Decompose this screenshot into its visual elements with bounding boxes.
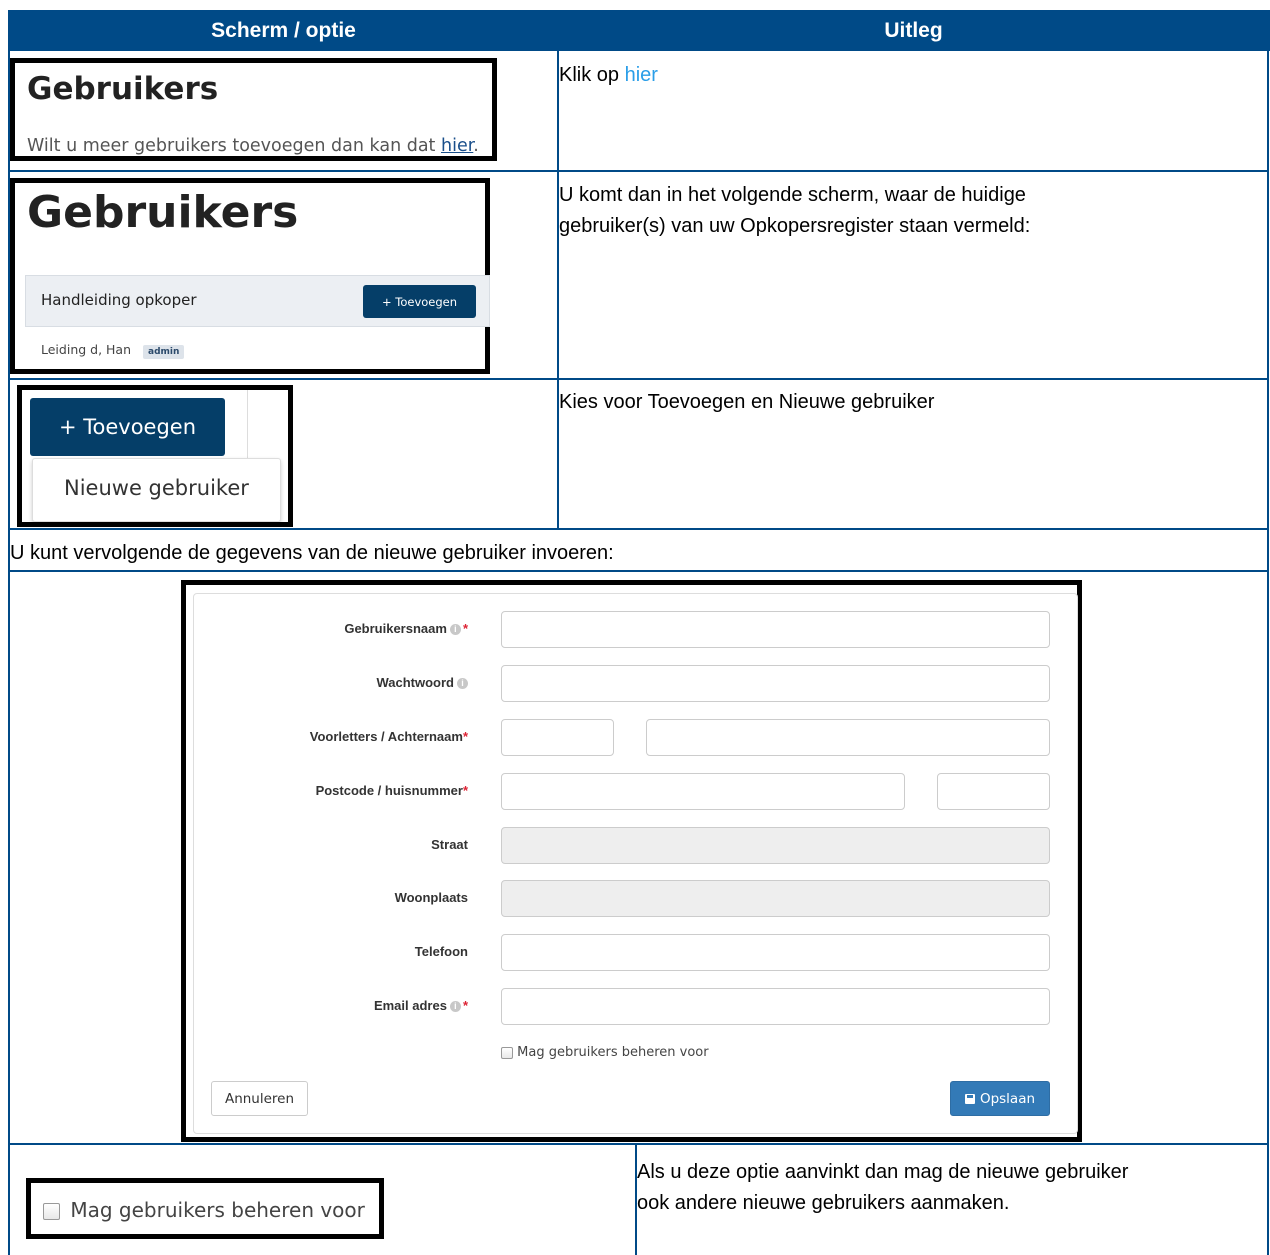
cancel-button-label: Annuleren	[224, 1090, 295, 1107]
required-mark: *	[462, 729, 468, 744]
save-button[interactable]: Opslaan	[950, 1081, 1050, 1116]
email-label-text: Email adres	[373, 998, 447, 1013]
intro-text-before: Wilt u meer gebruikers toevoegen dan kan…	[27, 136, 441, 156]
page-title: Gebruikers	[27, 187, 299, 238]
password-label: Wachtwoord i	[376, 675, 468, 690]
manage-users-checkbox[interactable]	[501, 1046, 513, 1059]
phone-input[interactable]	[501, 934, 1050, 971]
manage-users-option[interactable]: Mag gebruikers beheren voor	[501, 1045, 709, 1060]
header-col1-label: Scherm / optie	[211, 18, 356, 42]
screenshot-toevoegen-menu: + Toevoegen Nieuwe gebruiker	[17, 385, 293, 527]
add-button[interactable]: + Toevoegen	[363, 285, 476, 318]
postcode-label: Postcode / huisnummer*	[316, 783, 468, 798]
name-label-text: Voorletters / Achternaam	[309, 729, 463, 744]
screenshot-manage-checkbox: Mag gebruikers beheren voor	[26, 1178, 384, 1239]
manage-users-option[interactable]: Mag gebruikers beheren voor	[43, 1198, 365, 1222]
password-label-text: Wachtwoord	[376, 675, 454, 690]
grid-line	[8, 170, 1269, 172]
street-label: Straat	[431, 837, 468, 852]
screenshot-gebruikers-list: Gebruikers Handleiding opkoper + Toevoeg…	[10, 178, 490, 374]
row2-explanation: U komt dan in het volgende scherm, waar …	[559, 180, 1030, 242]
username-label: Gebruikersnaam i *	[344, 621, 468, 636]
role-badge: admin	[143, 345, 185, 359]
required-mark: *	[462, 621, 468, 636]
housenumber-input[interactable]	[937, 773, 1050, 810]
street-input	[501, 827, 1050, 864]
user-row: Leiding d, Han admin	[41, 342, 185, 359]
screenshot-gebruikers-intro: Gebruikers Wilt u meer gebruikers toevoe…	[10, 58, 497, 161]
row1-explanation: Klik op hier	[559, 60, 658, 91]
grid-line	[1267, 10, 1269, 1255]
info-icon[interactable]: i	[449, 1001, 461, 1013]
save-button-label: Opslaan	[979, 1090, 1036, 1107]
name-label: Voorletters / Achternaam*	[310, 729, 468, 744]
manage-users-checkbox[interactable]	[43, 1203, 60, 1220]
row5-explanation: Als u deze optie aanvinkt dan mag de nie…	[637, 1157, 1128, 1219]
floppy-disk-icon	[964, 1093, 975, 1104]
grid-line	[8, 378, 1269, 380]
row5-explanation-line2: ook andere nieuwe gebruikers aanmaken.	[637, 1192, 1010, 1214]
phone-label: Telefoon	[414, 944, 468, 959]
dropdown-menu: Nieuwe gebruiker	[32, 458, 281, 522]
initials-input[interactable]	[501, 719, 614, 756]
row3-explanation: Kies voor Toevoegen en Nieuwe gebruiker	[559, 391, 935, 413]
info-icon[interactable]: i	[457, 678, 468, 690]
username-label-text: Gebruikersnaam	[344, 621, 447, 636]
header-col2-label: Uitleg	[884, 18, 943, 42]
required-mark: *	[462, 998, 468, 1013]
grid-line	[8, 528, 1269, 530]
row2-explanation-line2: gebruiker(s) van uw Opkopersregister sta…	[559, 215, 1031, 237]
grid-line	[8, 1143, 1269, 1145]
form-labels: Gebruikersnaam i * Wachtwoord i Voorletters…	[194, 594, 468, 1133]
grid-line	[8, 570, 1269, 572]
city-input	[501, 880, 1050, 917]
row5-explanation-line1: Als u deze optie aanvinkt dan mag de nie…	[637, 1161, 1129, 1183]
row4-text: U kunt vervolgende de gegevens van de ni…	[10, 542, 614, 564]
password-input[interactable]	[501, 665, 1050, 702]
email-label: Email adres i *	[374, 998, 468, 1013]
user-name: Leiding d, Han	[41, 342, 132, 357]
table-header-col2: Uitleg	[557, 10, 1270, 51]
user-group-panel: Handleiding opkoper + Toevoegen	[25, 275, 490, 327]
manage-users-label: Mag gebruikers beheren voor	[517, 1045, 709, 1060]
cancel-button[interactable]: Annuleren	[211, 1081, 308, 1116]
row2-explanation-line1: U komt dan in het volgende scherm, waar …	[559, 184, 1026, 206]
grid-line	[557, 51, 559, 529]
hier-link[interactable]: hier	[441, 136, 473, 156]
menu-item-nieuwe-gebruiker[interactable]: Nieuwe gebruiker	[64, 476, 249, 500]
screenshot-new-user-form: Gebruikersnaam i * Wachtwoord i Voorletters…	[181, 580, 1082, 1142]
group-name: Handleiding opkoper	[41, 291, 197, 309]
postcode-label-text: Postcode / huisnummer	[315, 783, 463, 798]
lastname-input[interactable]	[646, 719, 1050, 756]
form-panel: Gebruikersnaam i * Wachtwoord i Voorletters…	[193, 593, 1078, 1134]
intro-text: Wilt u meer gebruikers toevoegen dan kan…	[27, 136, 479, 156]
email-input[interactable]	[501, 988, 1050, 1025]
info-icon[interactable]: i	[449, 624, 461, 636]
required-mark: *	[462, 783, 468, 798]
city-label: Woonplaats	[394, 890, 468, 905]
table-header-col1: Scherm / optie	[10, 10, 557, 51]
page-title: Gebruikers	[27, 71, 219, 107]
username-input[interactable]	[501, 611, 1050, 648]
add-button[interactable]: + Toevoegen	[30, 398, 225, 456]
row1-explanation-prefix: Klik op	[559, 64, 625, 86]
postcode-input[interactable]	[501, 773, 905, 810]
row1-explanation-link[interactable]: hier	[625, 64, 658, 86]
intro-text-after: .	[473, 136, 479, 156]
manage-users-label: Mag gebruikers beheren voor	[70, 1198, 365, 1222]
